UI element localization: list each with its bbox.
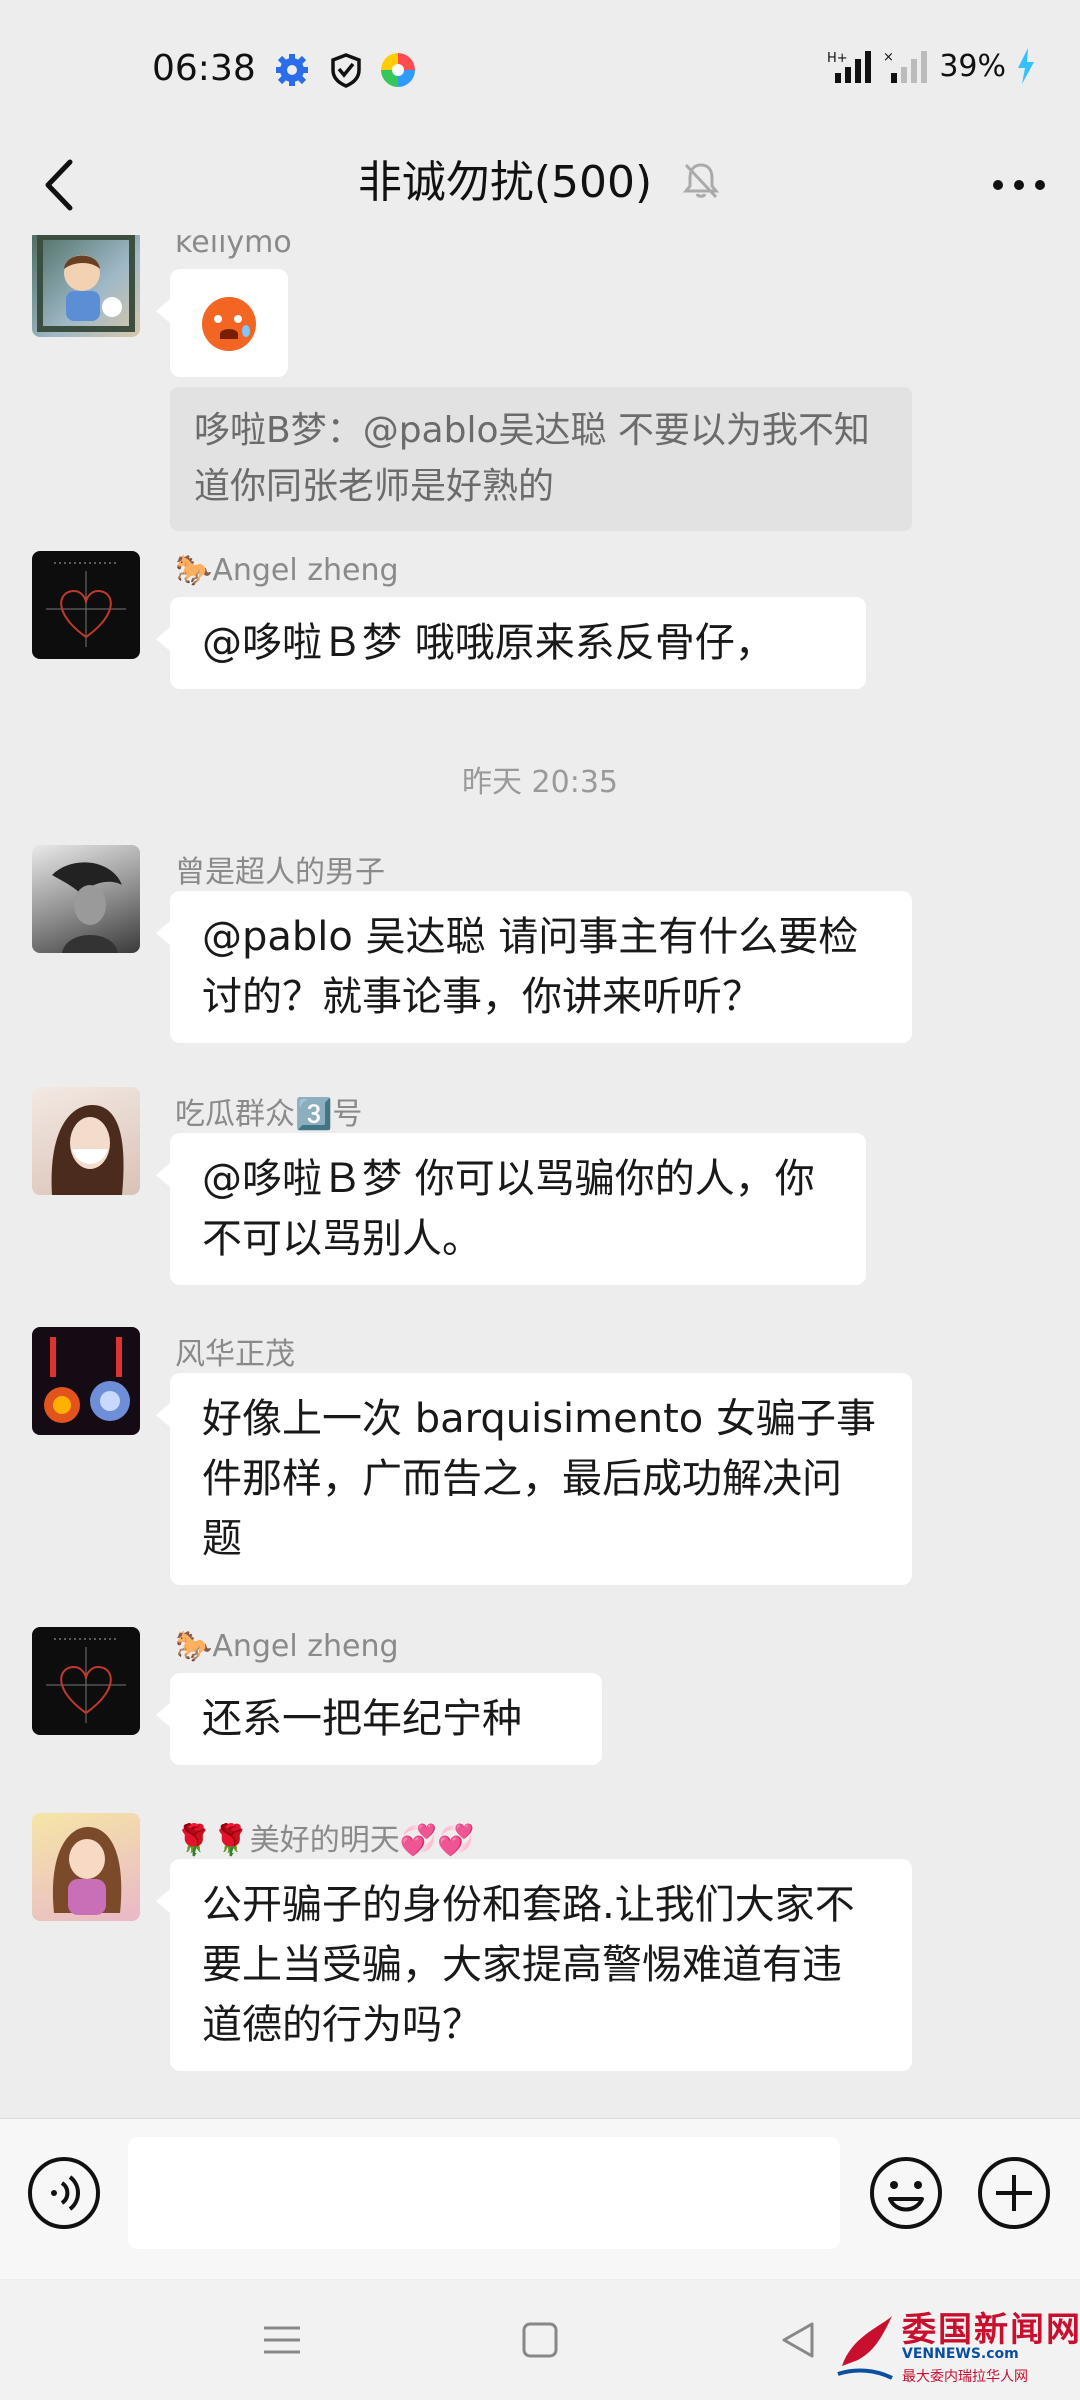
message-bubble[interactable]: 还系一把年纪宁种 [156,1673,602,1765]
sender-name: 🐎Angel zheng [175,553,399,588]
emoji-icon[interactable] [868,2155,944,2231]
avatar-cartoon-image [37,235,135,332]
fearful-emoji-icon [202,297,256,351]
avatar[interactable] [32,1627,140,1735]
more-dots-icon[interactable] [984,160,1054,210]
chat-message-list[interactable]: kellymo 哆啦B梦：@pablo吴达聪 不要以为我不知道你同张老师是好熟的… [0,235,1080,2115]
avatar[interactable] [32,235,140,337]
sender-name: kellymo [175,235,292,260]
message-bubble[interactable]: 好像上一次 barquisimento 女骗子事件那样，广而告之，最后成功解决问… [156,1373,912,1585]
home-square-icon[interactable] [510,2310,570,2370]
status-right-group: H+ × 39% [827,48,1036,84]
watermark-domain: VENNEWS.com [902,2346,1019,2362]
charging-bolt-icon [1018,48,1034,84]
avatar[interactable] [32,845,140,953]
sender-name: 风华正茂 [175,1337,295,1372]
message-input-bar [0,2118,1080,2279]
watermark-logo-icon [837,2316,893,2380]
message-bubble[interactable]: @哆啦Ｂ梦 哦哦原来系反骨仔， [156,597,866,689]
svg-text:×: × [883,50,894,65]
signal-hplus-icon: H+ [827,51,872,83]
avatar[interactable] [32,1813,140,1921]
avatar[interactable] [32,1327,140,1435]
avatar[interactable] [32,551,140,659]
emoji-bubble[interactable] [156,269,288,377]
plus-icon[interactable] [976,2155,1052,2231]
pinwheel-app-icon [381,53,415,87]
avatar[interactable] [32,1087,140,1195]
avatar-heart-graph-image [46,562,126,647]
chat-header: 非诚勿扰(500) [0,140,1080,235]
message-bubble[interactable]: @pablo 吴达聪 请问事主有什么要检讨的？就事论事，你讲来听听？ [156,891,912,1043]
avatar-doll-image [52,1827,122,1915]
watermark-title: 委国新闻网 [902,2310,1080,2350]
chat-title: 非诚勿扰(500) [357,157,653,208]
chat-timestamp: 昨天 20:35 [462,765,618,800]
menu-icon[interactable] [252,2310,312,2370]
sender-name: 🌹🌹美好的明天💞💞 [175,1823,475,1858]
watermark-tagline: 最大委内瑞拉华人网 [902,2369,1028,2385]
avatar-girl-mask-image [51,1105,124,1195]
avatar-photo-image [52,862,122,953]
signal-no-sim-icon: × [883,50,928,83]
message-bubble[interactable]: 公开骗子的身份和套路.让我们大家不要上当受骗，大家提高警惕难道有违道德的行为吗？ [156,1859,912,2071]
muted-bell-icon [683,163,720,199]
back-triangle-icon[interactable] [768,2310,828,2370]
avatar-heart-graph-image [46,1638,126,1723]
status-time: 06:38 [152,48,256,89]
message-input[interactable] [128,2137,840,2249]
quoted-message[interactable]: 哆啦B梦：@pablo吴达聪 不要以为我不知道你同张老师是好熟的 [170,387,912,531]
status-bar: 06:38 H+ × 39% [0,0,1080,140]
voice-icon[interactable] [26,2155,102,2231]
message-bubble[interactable]: @哆啦Ｂ梦 你可以骂骗你的人，你不可以骂别人。 [156,1133,866,1285]
shield-icon [331,53,361,88]
sender-name: 🐎Angel zheng [175,1629,399,1664]
svg-text:H+: H+ [827,51,848,66]
avatar-flower-fire-image [44,1337,130,1423]
watermark: 委国新闻网 VENNEWS.com 最大委内瑞拉华人网 [832,2302,1080,2396]
battery-percentage: 39% [939,48,1006,84]
gear-icon [276,54,308,86]
sender-name: 吃瓜群众3️⃣号 [175,1097,363,1132]
chat-title-group: 非诚勿扰(500) [0,146,1080,210]
sender-name: 曾是超人的男子 [175,855,385,890]
